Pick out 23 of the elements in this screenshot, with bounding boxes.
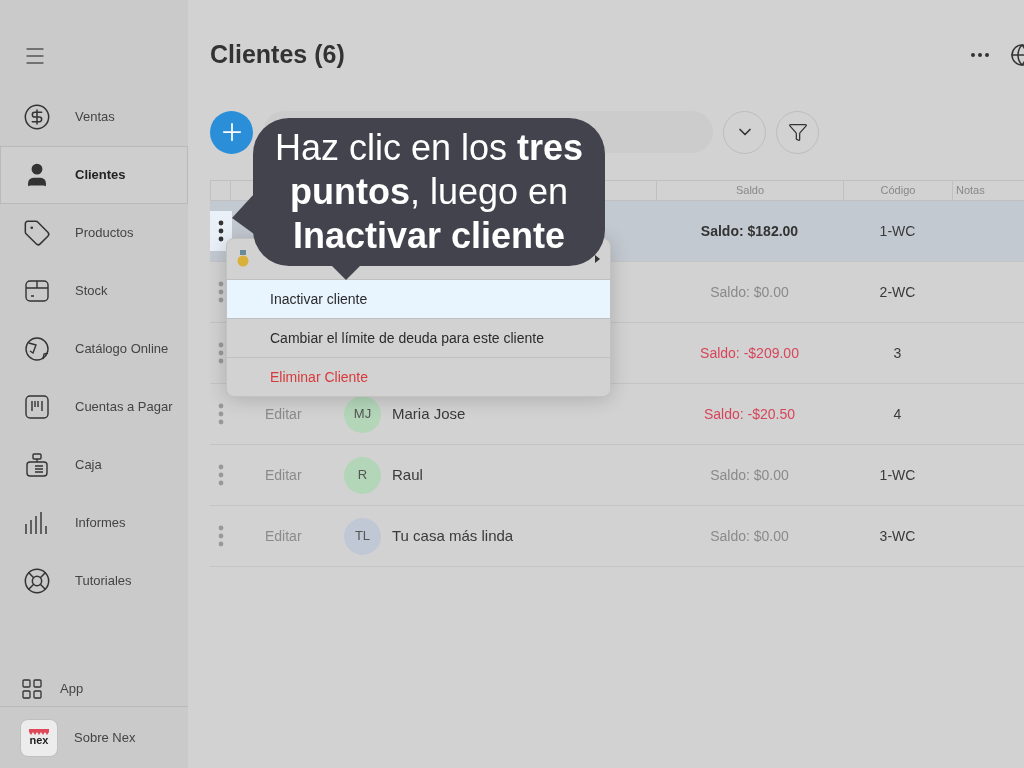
balance-text: Saldo: -$209.00 bbox=[700, 343, 799, 363]
avatar: TL bbox=[344, 517, 381, 555]
client-name: Raul bbox=[392, 464, 423, 485]
avatar: R bbox=[344, 456, 381, 494]
code-text: 3 bbox=[893, 343, 902, 363]
logo-icon: nex bbox=[20, 718, 58, 757]
balance-text: Saldo: $0.00 bbox=[710, 282, 789, 302]
column-header: Notas bbox=[952, 181, 1024, 200]
column-header: Código bbox=[843, 181, 952, 200]
code-text: 1-WC bbox=[879, 465, 916, 485]
code-text: 2-WC bbox=[879, 282, 916, 302]
code-text: 1-WC bbox=[879, 221, 916, 241]
client-name: Tu casa más linda bbox=[392, 525, 514, 546]
balance-text: Saldo: $0.00 bbox=[710, 465, 789, 485]
balance-text: Saldo: $0.00 bbox=[710, 526, 789, 546]
avatar: MJ bbox=[344, 395, 381, 433]
page-title: Clientes (6) bbox=[210, 39, 345, 71]
code-text: 4 bbox=[893, 404, 902, 424]
column-header: Saldo bbox=[656, 181, 843, 200]
balance-text: Saldo: $182.00 bbox=[700, 221, 799, 241]
code-text: 3-WC bbox=[879, 526, 916, 546]
balance-text: Saldo: -$20.50 bbox=[703, 404, 796, 424]
client-name: Maria Jose bbox=[392, 403, 466, 424]
